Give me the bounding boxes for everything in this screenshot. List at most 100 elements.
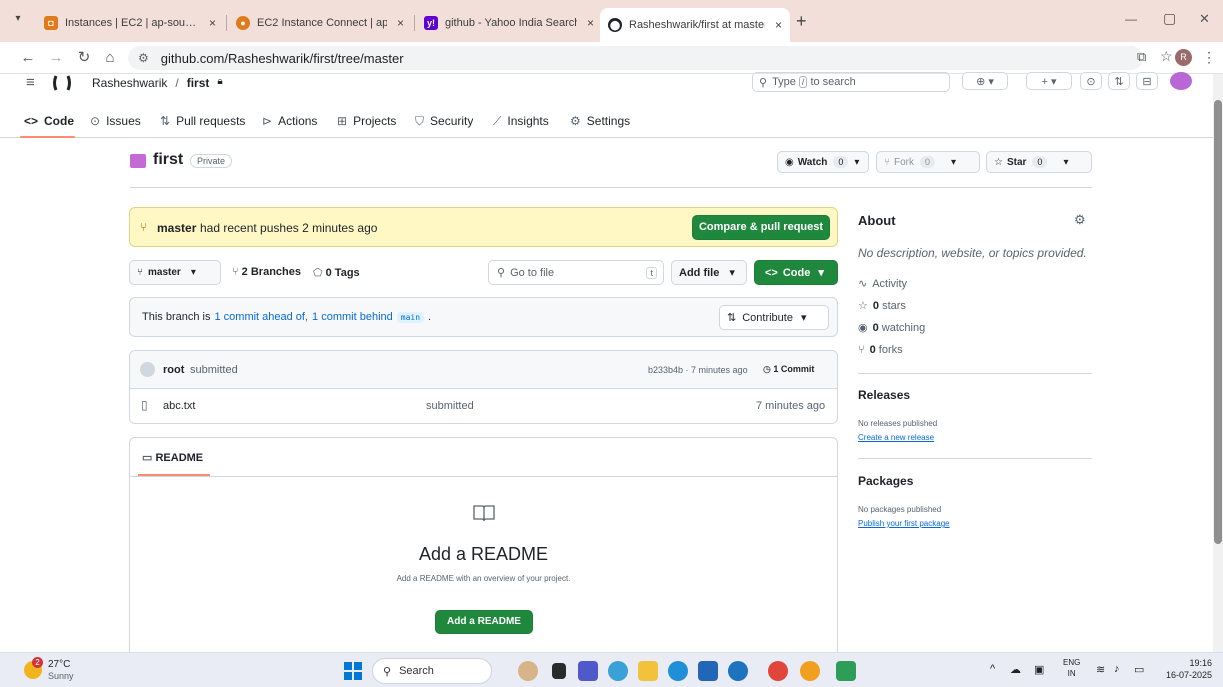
browser-menu-icon[interactable]: ⋮ [1202,49,1216,66]
chrome-profile-icon[interactable] [800,661,820,681]
file-explorer-icon[interactable] [638,661,658,681]
repo-title[interactable]: first [153,151,183,169]
close-icon[interactable]: × [387,16,404,30]
repo-link[interactable]: first [187,76,210,90]
back-icon[interactable]: ← [18,48,38,68]
tab-list-button[interactable]: ▾ [10,13,26,29]
battery-icon[interactable]: ▭ [1134,663,1144,676]
branch-select[interactable]: ⑂ master ▾ [129,260,221,285]
close-icon[interactable]: × [765,18,782,32]
github-logo-icon[interactable] [52,74,72,92]
dell-icon[interactable] [728,661,748,681]
copilot-icon[interactable] [608,661,628,681]
tags-link[interactable]: ⬠ 0 Tags [313,266,360,279]
branches-link[interactable]: ⑂ 2 Branches [232,266,301,278]
releases-title[interactable]: Releases [858,388,910,402]
browser-tab-yahoo-search[interactable]: y! github - Yahoo India Search Results × [416,9,602,37]
tab-pull-requests[interactable]: ⇅ Pull requests [160,110,245,132]
watching-link[interactable]: ◉ 0 watching [858,321,925,334]
teams-icon[interactable] [578,661,598,681]
widget-icon[interactable] [518,661,538,681]
tab-settings[interactable]: ⚙ Settings [570,110,630,132]
language-indicator[interactable]: ENG IN [1063,657,1080,679]
pull-request-icon[interactable]: ⇅ [1108,72,1130,90]
watch-button[interactable]: ◉ Watch 0 ▾ [777,151,869,173]
commits-ahead-link[interactable]: 1 commit ahead of, [214,311,308,323]
tab-issues[interactable]: ⊙ Issues [90,110,141,132]
inbox-icon[interactable]: ⊟ [1136,72,1158,90]
add-readme-button[interactable]: Add a README [435,610,533,634]
tab-actions[interactable]: ⊳ Actions [262,110,317,132]
restore-button[interactable]: ▢ [1163,10,1176,27]
base-branch-badge[interactable]: main [396,311,425,323]
commit-author[interactable]: root [163,364,184,376]
store-icon[interactable] [698,661,718,681]
new-tab-button[interactable]: + [796,11,807,32]
weather-widget[interactable]: 2 27°C Sunny [24,657,104,685]
file-name[interactable]: abc.txt [163,400,195,412]
close-icon[interactable]: × [199,16,216,30]
packages-title[interactable]: Packages [858,474,913,488]
tab-code[interactable]: <> Code [24,110,74,132]
commit-sha-time[interactable]: b233b4b · 7 minutes ago [648,365,748,375]
cast-icon[interactable]: ⧉ [1137,49,1146,65]
activity-link[interactable]: ∿ Activity [858,277,907,290]
commits-link[interactable]: ◷ 1 Commit [763,364,814,375]
browser-tab-github-repo[interactable]: ⬤ Rasheshwarik/first at master × [600,8,790,42]
chrome-icon[interactable] [768,661,788,681]
chevron-up-icon[interactable]: ^ [990,663,995,675]
wifi-icon[interactable]: ≋ [1096,663,1105,676]
create-new-button[interactable]: + ▾ [1026,72,1072,90]
star-button[interactable]: ☆ Star 0 ▾ [986,151,1092,173]
edge-icon[interactable] [668,661,688,681]
contribute-button[interactable]: ⇅ Contribute ▾ [719,305,829,330]
copilot-button[interactable]: ⊕ ▾ [962,72,1008,90]
publish-package-link[interactable]: Publish your first package [858,519,950,528]
taskbar-search[interactable]: ⚲ Search [372,658,492,684]
tab-projects[interactable]: ⊞ Projects [337,110,396,132]
readme-tab[interactable]: ▭ README [142,451,203,464]
browser-tab-ec2-instances[interactable]: ◘ Instances | EC2 | ap-south-1 × [36,9,224,37]
scrollbar-thumb[interactable] [1214,100,1222,544]
cloud-icon[interactable]: ☁ [1010,663,1021,676]
branch-icon: ⑂ [137,267,143,278]
gear-icon[interactable]: ⚙ [1074,212,1086,228]
browser-tab-ec2-connect[interactable]: ● EC2 Instance Connect | ap-south-1 × [228,9,412,37]
avatar[interactable]: R [1175,49,1192,66]
url-field[interactable]: ⚙ github.com/Rasheshwarik/first/tree/mas… [128,46,1143,70]
home-icon[interactable]: ⌂ [100,48,120,68]
forks-link[interactable]: ⑂ 0 forks [858,344,903,356]
phone-link-icon[interactable]: ▣ [1034,663,1044,676]
file-commit-message[interactable]: submitted [426,400,474,412]
commit-message[interactable]: submitted [190,364,238,376]
forward-icon[interactable]: → [46,48,66,68]
tab-insights[interactable]: ⟋ Insights [493,110,549,132]
tab-security[interactable]: ⛉ Security [415,110,473,132]
windows-start-icon[interactable] [344,662,362,680]
app-icon[interactable] [836,661,856,681]
search-input[interactable]: ⚲ Type / to search [752,72,950,92]
close-icon[interactable]: × [577,16,594,30]
code-button[interactable]: <> Code ▾ [754,260,838,285]
fork-button[interactable]: ⑂ Fork 0 ▾ [876,151,980,173]
task-view-icon[interactable] [552,663,566,679]
hamburger-menu-icon[interactable]: ≡ [26,74,35,91]
status-suffix: . [428,311,432,323]
table-row[interactable]: ▯ abc.txt submitted 7 minutes ago [130,389,837,423]
close-window-button[interactable]: ✕ [1199,11,1210,27]
compare-pull-request-button[interactable]: Compare & pull request [692,215,830,240]
commits-behind-link[interactable]: 1 commit behind [312,311,393,323]
minimize-button[interactable]: — [1125,12,1137,26]
clock[interactable]: 19:16 16-07-2025 [1160,657,1212,681]
volume-icon[interactable]: ♪ [1114,663,1120,675]
go-to-file-input[interactable]: ⚲ Go to file t [488,260,664,285]
issues-icon[interactable]: ⊙ [1080,72,1102,90]
bookmark-star-icon[interactable]: ☆ [1160,48,1173,65]
create-release-link[interactable]: Create a new release [858,433,934,442]
owner-link[interactable]: Rasheshwarik [92,76,167,90]
avatar[interactable] [1170,72,1192,90]
stars-link[interactable]: ☆ 0 stars [858,299,906,312]
site-info-icon[interactable]: ⚙ [138,51,149,65]
reload-icon[interactable]: ↻ [74,48,94,68]
add-file-button[interactable]: Add file ▾ [671,260,747,285]
